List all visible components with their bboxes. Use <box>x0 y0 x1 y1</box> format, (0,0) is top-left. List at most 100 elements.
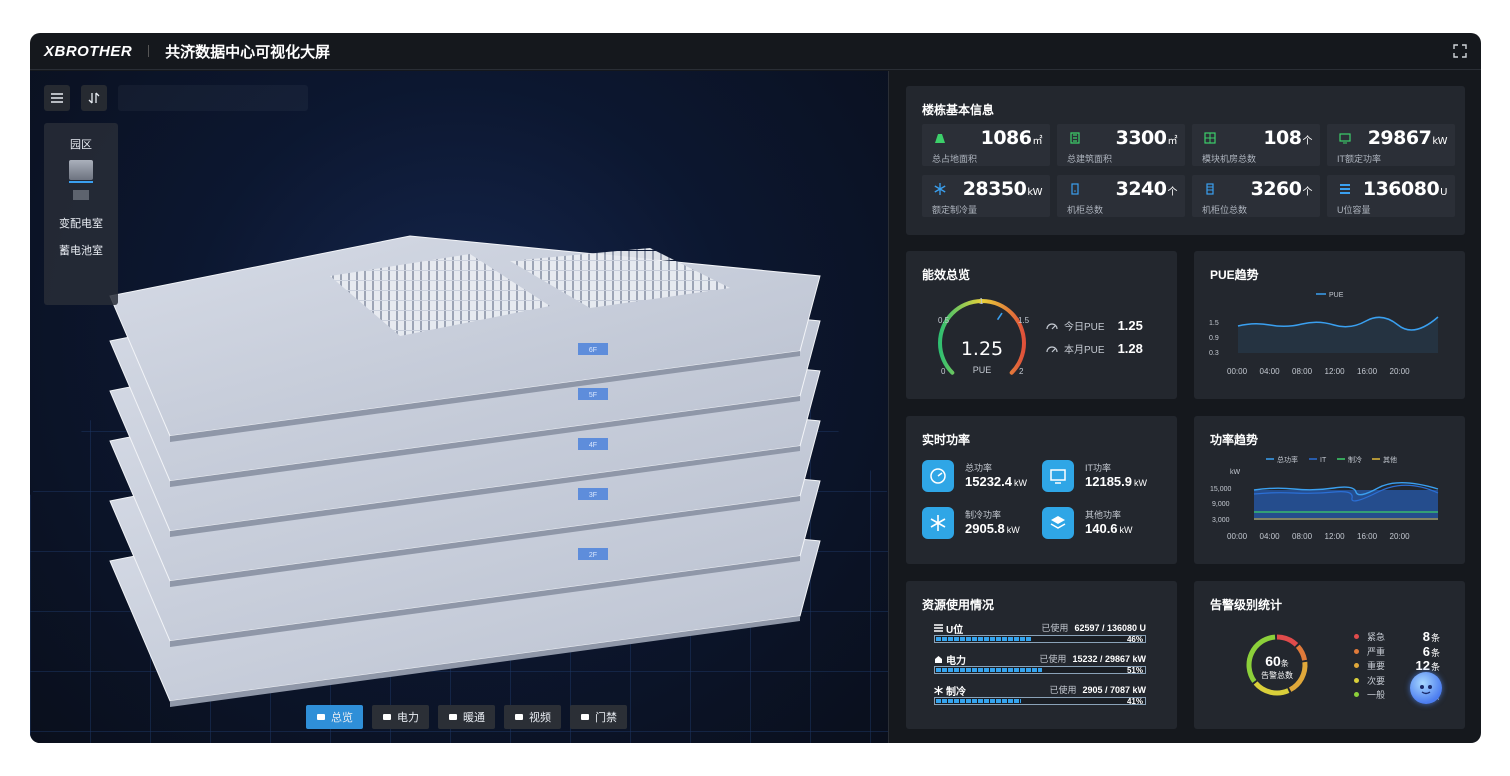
menu-button[interactable] <box>44 85 70 111</box>
legend-label: IT <box>1320 457 1327 464</box>
pue-trend-chart: PUE 1.5 0.9 0.3 00:00 04:00 08:00 12:00 16:0… <box>1209 292 1439 376</box>
building-floors-scene[interactable]: 2F 3F 4F 5F 6F <box>30 71 889 743</box>
page-title: 共济数据中心可视化大屏 <box>165 43 331 61</box>
power-metric-value: 15232.4 kW <box>965 474 1027 489</box>
stat-card: 28350kW 额定制冷量 <box>922 175 1050 217</box>
floor-tag-label: 4F <box>589 442 597 449</box>
area-menu: 园区 变配电室 蓄电池室 <box>44 123 118 305</box>
snowflake-icon <box>934 183 946 195</box>
power-metric-label: 制冷功率 <box>965 510 1002 520</box>
stat-card: 108个 模块机房总数 <box>1192 124 1320 166</box>
alarm-stats-card: 告警级别统计 60条 告警总数 紧急 8条 严重 6条 重要 12条 次要 13… <box>1194 581 1465 729</box>
stat-label: 总占地面积 <box>932 154 978 164</box>
building-3d-view[interactable]: 2F 3F 4F 5F 6F 园区 变配电室 蓄电池室 总览 电力 暖通 视频 门禁 <box>30 71 889 743</box>
brand-logo: XBROTHER <box>44 42 133 60</box>
view-tab[interactable]: 暖通 <box>438 705 495 729</box>
fullscreen-icon[interactable] <box>1453 44 1467 58</box>
it-power-area <box>1254 490 1438 520</box>
camera-icon <box>515 714 523 720</box>
menu-icon <box>51 93 63 103</box>
power-metric-label: IT功率 <box>1085 463 1111 473</box>
monitor-icon <box>1050 469 1066 484</box>
stat-value: 108个 <box>1263 127 1312 149</box>
x-tick: 00:00 <box>1227 532 1248 541</box>
swap-vertical-icon <box>88 92 100 104</box>
alarm-level-name: 重要 <box>1367 661 1386 671</box>
rack-icon <box>1206 183 1214 195</box>
view-tab[interactable]: 电力 <box>372 705 429 729</box>
building-thumbnail[interactable] <box>69 160 93 180</box>
resource-used: 已使用 62597 / 136080 U <box>1041 623 1146 633</box>
power-metric-value: 140.6 kW <box>1085 521 1133 536</box>
legend-label: 总功率 <box>1277 455 1298 464</box>
floor-tag[interactable]: 2F <box>578 548 608 560</box>
power-metric-label: 其他功率 <box>1085 510 1122 520</box>
gauge-icon <box>930 468 946 484</box>
stat-label: 模块机房总数 <box>1202 154 1257 164</box>
gauge-tick-2: 1 <box>979 297 984 306</box>
alarm-level-dot <box>1354 634 1359 639</box>
y-tick-9000: 9,000 <box>1212 501 1230 508</box>
month-pue-row: 本月PUE 1.28 <box>1046 341 1143 356</box>
resource-usage-title: 资源使用情况 <box>922 598 995 612</box>
area-menu-item-battery-room[interactable]: 蓄电池室 <box>44 242 118 258</box>
area-menu-item-substation[interactable]: 变配电室 <box>44 215 118 231</box>
gauge-arc <box>938 299 1026 375</box>
floor-tag-label: 3F <box>589 492 597 499</box>
power-icon <box>935 656 942 663</box>
alarm-level-dot <box>1354 663 1359 668</box>
alarm-level-name: 严重 <box>1367 646 1386 657</box>
stat-value: 3260个 <box>1250 178 1313 200</box>
gauge-label: PUE <box>973 365 992 375</box>
gauge-tick-0: 0 <box>941 367 946 376</box>
gauge-needle <box>996 312 1003 321</box>
assistant-robot-button[interactable] <box>1410 672 1442 704</box>
alarm-level-name: 紧急 <box>1367 632 1386 642</box>
cabinet-icon <box>1071 183 1079 195</box>
building-icon <box>1070 132 1080 144</box>
area-menu-item-campus[interactable]: 园区 <box>44 136 118 152</box>
sort-toggle-button[interactable] <box>81 85 107 111</box>
gauge-tick-4: 2 <box>1019 367 1024 376</box>
energy-overview-title: 能效总览 <box>922 268 971 282</box>
resource-label: U位 <box>934 621 963 636</box>
view-tab[interactable]: 视频 <box>504 705 561 729</box>
floor-tag[interactable]: 5F <box>578 388 608 400</box>
monitor-icon <box>1339 133 1351 144</box>
view-tabs: 总览 电力 暖通 视频 门禁 <box>306 705 627 729</box>
building-info-title: 楼栋基本信息 <box>922 103 995 117</box>
pue-trend-card: PUE趋势 PUE 1.5 0.9 0.3 00:00 04:00 08:00 12:… <box>1194 251 1465 399</box>
floor-tag[interactable]: 6F <box>578 343 608 355</box>
resource-label: 电力 <box>934 652 966 667</box>
snowflake-icon <box>934 686 943 695</box>
view-tab[interactable]: 门禁 <box>570 705 627 729</box>
alarm-level-name: 一般 <box>1367 690 1386 700</box>
y-tick-0-9: 0.9 <box>1209 335 1219 342</box>
door-icon <box>581 714 589 720</box>
y-tick-1-5: 1.5 <box>1209 320 1219 327</box>
building-thumbnail-base <box>73 190 89 200</box>
x-tick: 16:00 <box>1357 532 1378 541</box>
resource-progress-bar: 46% <box>934 635 1146 644</box>
dashboard-icon <box>317 714 325 720</box>
y-axis-unit: kW <box>1230 469 1241 476</box>
floor-tag[interactable]: 3F <box>578 488 608 500</box>
alarm-level-row: 重要 12条 <box>1354 658 1440 673</box>
resource-label: 制冷 <box>934 683 966 698</box>
resource-usage-card: 资源使用情况 U位 已使用 62597 / 136080 U 46% 电力 已使用 1… <box>906 581 1177 729</box>
stat-card: 3300㎡ 总建筑面积 <box>1057 124 1185 166</box>
view-tab[interactable]: 总览 <box>306 705 363 729</box>
robot-face-icon <box>1420 685 1432 695</box>
floor-tag[interactable]: 4F <box>578 438 608 450</box>
month-pue-label: 本月PUE <box>1064 345 1105 356</box>
hvac-icon <box>449 714 457 720</box>
gauge-tick-1: 0.5 <box>938 316 950 325</box>
resource-used: 已使用 15232 / 29867 kW <box>1039 654 1146 664</box>
pue-area <box>1238 317 1438 353</box>
stat-label: 总建筑面积 <box>1067 154 1113 164</box>
breadcrumb <box>118 85 308 111</box>
building-info-card: 楼栋基本信息 1086㎡ 总占地面积 3300㎡ 总建筑面积 108个 模块机房… <box>906 86 1465 235</box>
snowflake-icon <box>930 515 946 531</box>
pue-gauge: 0 0.5 1 1.5 2 1.25 PUE <box>938 297 1030 376</box>
y-tick-15000: 15,000 <box>1210 486 1232 493</box>
